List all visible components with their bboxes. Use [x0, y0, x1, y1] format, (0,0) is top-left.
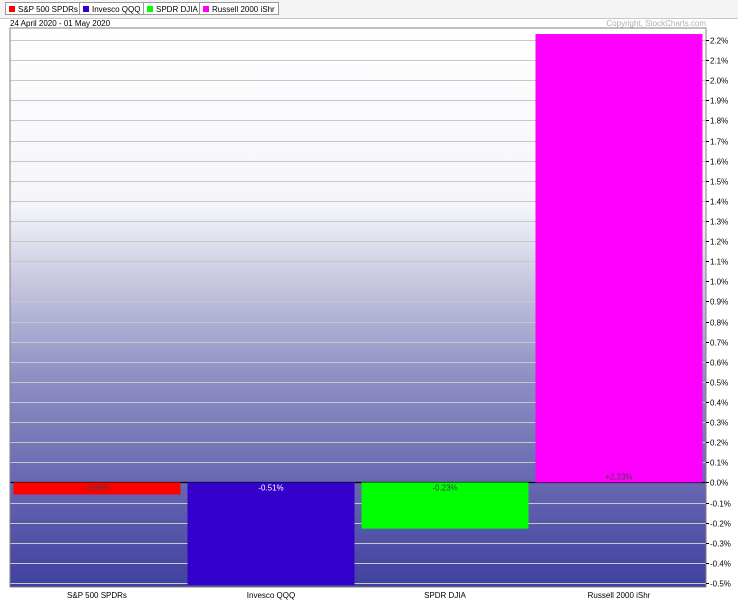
y-tick-label: 0.0%	[710, 479, 728, 488]
bar-data-label: -0.23%	[432, 483, 457, 492]
copyright-text: Copyright, StockCharts.com	[606, 19, 706, 28]
x-tick-label: Russell 2000 iShr	[588, 591, 651, 600]
y-tick-label: 1.7%	[710, 138, 728, 147]
y-tick-label: -0.1%	[710, 500, 731, 509]
y-tick-label: 1.6%	[710, 158, 728, 167]
y-tick-label: 0.4%	[710, 399, 728, 408]
y-tick-label: 1.0%	[710, 278, 728, 287]
y-tick-label: 0.8%	[710, 319, 728, 328]
bar-data-label: -0.06%	[84, 483, 109, 492]
y-axis: -0.5% -0.4% -0.3% -0.2% -0.1% 0.0% 0.1% 0.2% 0.3…	[706, 37, 731, 589]
y-tick-label: -0.3%	[710, 540, 731, 549]
y-tick-label: 0.2%	[710, 439, 728, 448]
x-tick-label: Invesco QQQ	[247, 591, 295, 600]
y-tick-label: 1.3%	[710, 218, 728, 227]
y-tick-label: 1.1%	[710, 258, 728, 267]
x-tick-label: SPDR DJIA	[424, 591, 466, 600]
y-tick-label: 2.1%	[710, 57, 728, 66]
bar	[187, 482, 355, 585]
y-tick-label: -0.2%	[710, 520, 731, 529]
y-tick-label: 2.2%	[710, 37, 728, 46]
x-axis: S&P 500 SPDRs Invesco QQQ SPDR DJIA Russell…	[67, 591, 651, 600]
y-tick-label: 1.2%	[710, 238, 728, 247]
y-tick-label: -0.4%	[710, 560, 731, 569]
y-tick-label: 0.7%	[710, 339, 728, 348]
y-tick-label: 2.0%	[710, 77, 728, 86]
y-tick-label: 0.9%	[710, 298, 728, 307]
y-tick-label: 0.3%	[710, 419, 728, 428]
bar-data-label: +2.23%	[605, 472, 632, 481]
bar	[535, 34, 703, 483]
date-range: 24 April 2020 - 01 May 2020	[10, 19, 111, 28]
y-tick-label: 1.5%	[710, 178, 728, 187]
x-tick-label: S&P 500 SPDRs	[67, 591, 127, 600]
bar-data-label: -0.51%	[258, 483, 283, 492]
y-tick-label: 0.5%	[710, 379, 728, 388]
y-tick-label: 0.1%	[710, 459, 728, 468]
y-tick-label: 1.9%	[710, 97, 728, 106]
y-tick-label: 1.4%	[710, 198, 728, 207]
y-tick-label: 0.6%	[710, 359, 728, 368]
y-tick-label: -0.5%	[710, 580, 731, 589]
y-tick-label: 1.8%	[710, 117, 728, 126]
performance-chart: -0.06% -0.51% -0.23% +2.23% -0.5% -0.4% -0.3%…	[9, 27, 731, 600]
